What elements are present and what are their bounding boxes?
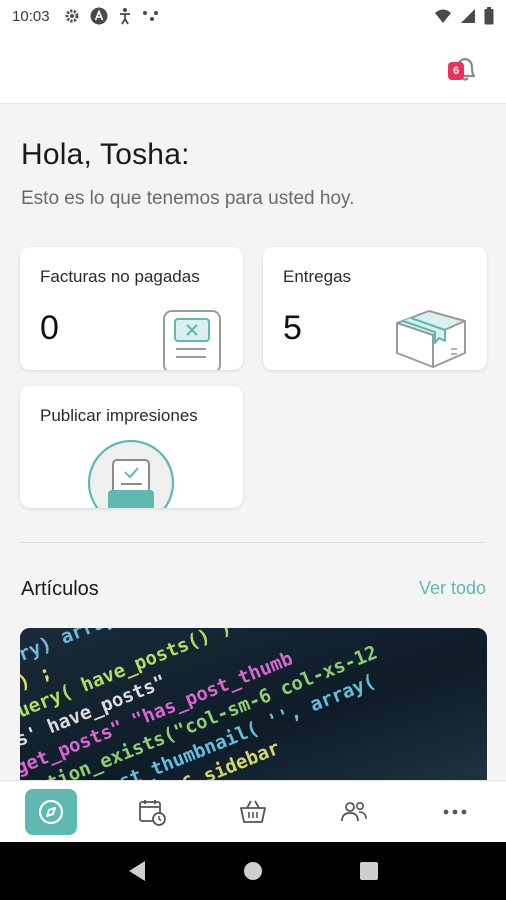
bottom-navigation <box>0 780 506 842</box>
system-navigation-bar <box>0 842 506 900</box>
settings-icon <box>65 9 79 23</box>
notification-badge: 6 <box>448 62 464 80</box>
print-posts-card[interactable]: Publicar impresiones <box>20 386 243 508</box>
package-box-icon <box>396 310 466 368</box>
article-image[interactable]: $ ( jQuery) array_ _ ) ) ;wp_Query( have… <box>20 628 487 780</box>
printer-icon <box>88 439 175 508</box>
card-label: Facturas no pagadas <box>40 267 200 286</box>
dots-icon <box>142 11 158 21</box>
see-all-link[interactable]: Ver todo <box>419 578 486 599</box>
nav-people[interactable] <box>328 789 380 835</box>
battery-icon <box>484 7 494 25</box>
people-icon <box>341 801 367 821</box>
app-header: 6 <box>0 32 506 104</box>
invoice-icon <box>163 310 221 370</box>
accessibility-icon <box>119 8 130 25</box>
explore-icon <box>38 799 63 824</box>
nav-more[interactable] <box>429 789 481 835</box>
wifi-icon <box>435 9 451 23</box>
home-icon[interactable] <box>242 860 264 882</box>
code-screen-image: $ ( jQuery) array_ _ ) ) ;wp_Query( have… <box>20 628 487 780</box>
card-label: Entregas <box>283 267 352 286</box>
articles-title: Artículos <box>21 578 99 600</box>
status-time: 10:03 <box>12 7 50 25</box>
calendar-clock-icon <box>138 799 166 826</box>
signal-icon <box>461 9 475 23</box>
status-bar: 10:03 <box>0 0 506 32</box>
greeting-subtitle: Esto es lo que tenemos para usted hoy. <box>21 188 355 209</box>
card-count: 5 <box>283 309 302 347</box>
card-label: Publicar impresiones <box>40 406 198 425</box>
basket-icon <box>240 800 266 823</box>
a-circle-icon <box>90 7 108 25</box>
section-divider <box>20 542 486 543</box>
nav-basket[interactable] <box>227 789 279 835</box>
nav-explore[interactable] <box>24 788 77 835</box>
nav-calendar[interactable] <box>126 789 178 835</box>
recents-icon[interactable] <box>359 861 379 881</box>
greeting-title: Hola, Tosha: <box>21 138 190 171</box>
more-icon <box>443 809 467 814</box>
card-count: 0 <box>40 309 59 347</box>
unpaid-invoices-card[interactable]: Facturas no pagadas 0 <box>20 247 243 370</box>
back-icon[interactable] <box>127 860 147 882</box>
deliveries-card[interactable]: Entregas 5 <box>263 247 487 370</box>
notifications-button[interactable]: 6 <box>444 48 484 88</box>
